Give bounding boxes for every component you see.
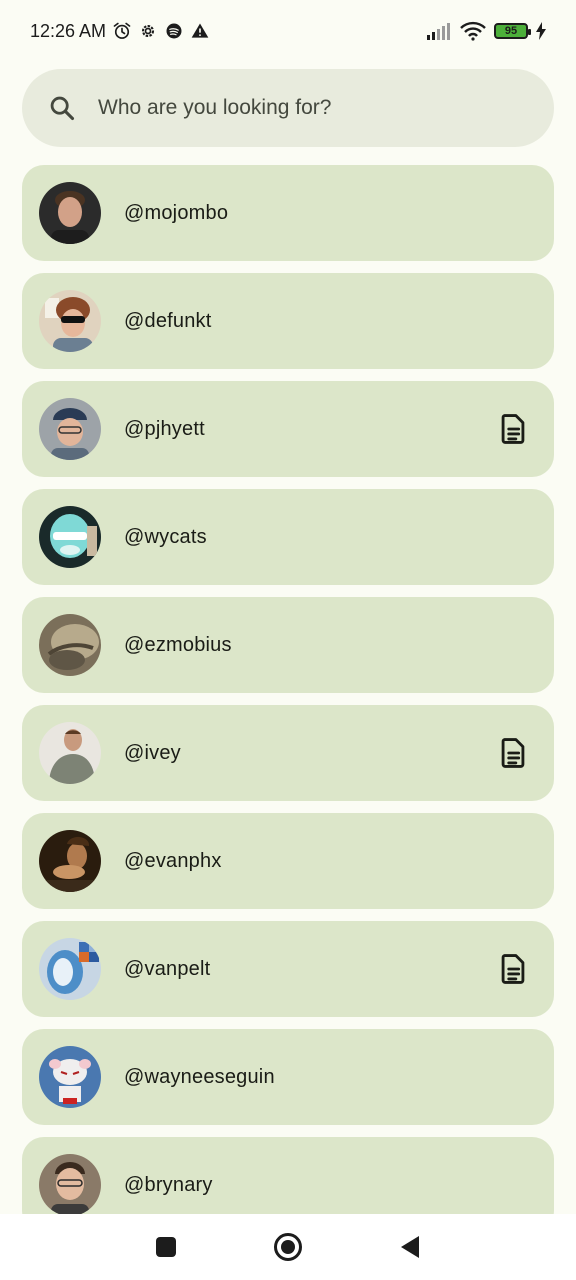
- user-card-evanphx[interactable]: @evanphx: [22, 813, 554, 909]
- alarm-icon: [113, 22, 131, 39]
- battery-level: 95: [504, 25, 518, 37]
- user-handle: @vanpelt: [124, 957, 211, 980]
- user-handle: @ezmobius: [124, 633, 232, 656]
- user-handle: @ivey: [124, 741, 181, 764]
- user-card-vanpelt[interactable]: @vanpelt: [22, 921, 554, 1017]
- user-handle: @wayneeseguin: [124, 1065, 275, 1088]
- settings-gear-icon: [142, 24, 155, 38]
- search-bar[interactable]: [22, 69, 554, 147]
- avatar: [39, 1154, 101, 1216]
- wifi-icon: [460, 21, 486, 41]
- document-icon[interactable]: [496, 736, 530, 770]
- document-icon[interactable]: [496, 952, 530, 986]
- search-icon: [50, 96, 75, 121]
- avatar: [39, 938, 101, 1000]
- system-nav-bar: [0, 1214, 576, 1280]
- status-left: 12:26 AM: [30, 21, 210, 42]
- recents-square-icon[interactable]: [155, 1236, 177, 1258]
- user-handle: @brynary: [124, 1173, 213, 1196]
- user-handle: @evanphx: [124, 849, 222, 872]
- avatar: [39, 290, 101, 352]
- status-right: 95: [426, 21, 546, 41]
- battery-icon: 95: [494, 23, 531, 39]
- avatar: [39, 506, 101, 568]
- search-input[interactable]: [96, 95, 520, 121]
- avatar: [39, 1046, 101, 1108]
- user-handle: @wycats: [124, 525, 207, 548]
- document-icon[interactable]: [496, 412, 530, 446]
- user-handle: @pjhyett: [124, 417, 205, 440]
- status-bar: 12:26 AM 95: [0, 0, 576, 62]
- warning-icon: [191, 23, 209, 38]
- user-list: @mojombo @defunkt @pjhyett @wycats @ezmo…: [22, 165, 554, 1245]
- user-card-wayneeseguin[interactable]: @wayneeseguin: [22, 1029, 554, 1125]
- home-circle-icon[interactable]: [273, 1232, 303, 1262]
- spotify-icon: [166, 23, 182, 39]
- user-card-wycats[interactable]: @wycats: [22, 489, 554, 585]
- avatar: [39, 830, 101, 892]
- user-handle: @defunkt: [124, 309, 212, 332]
- back-triangle-icon[interactable]: [399, 1235, 421, 1259]
- signal-icon: [427, 23, 450, 40]
- user-handle: @mojombo: [124, 201, 229, 224]
- user-card-ezmobius[interactable]: @ezmobius: [22, 597, 554, 693]
- user-card-pjhyett[interactable]: @pjhyett: [22, 381, 554, 477]
- user-card-ivey[interactable]: @ivey: [22, 705, 554, 801]
- charging-icon: [536, 22, 546, 40]
- avatar: [39, 722, 101, 784]
- user-card-mojombo[interactable]: @mojombo: [22, 165, 554, 261]
- user-card-defunkt[interactable]: @defunkt: [22, 273, 554, 369]
- avatar: [39, 398, 101, 460]
- avatar: [39, 614, 101, 676]
- avatar: [39, 182, 101, 244]
- status-time: 12:26 AM: [30, 20, 107, 41]
